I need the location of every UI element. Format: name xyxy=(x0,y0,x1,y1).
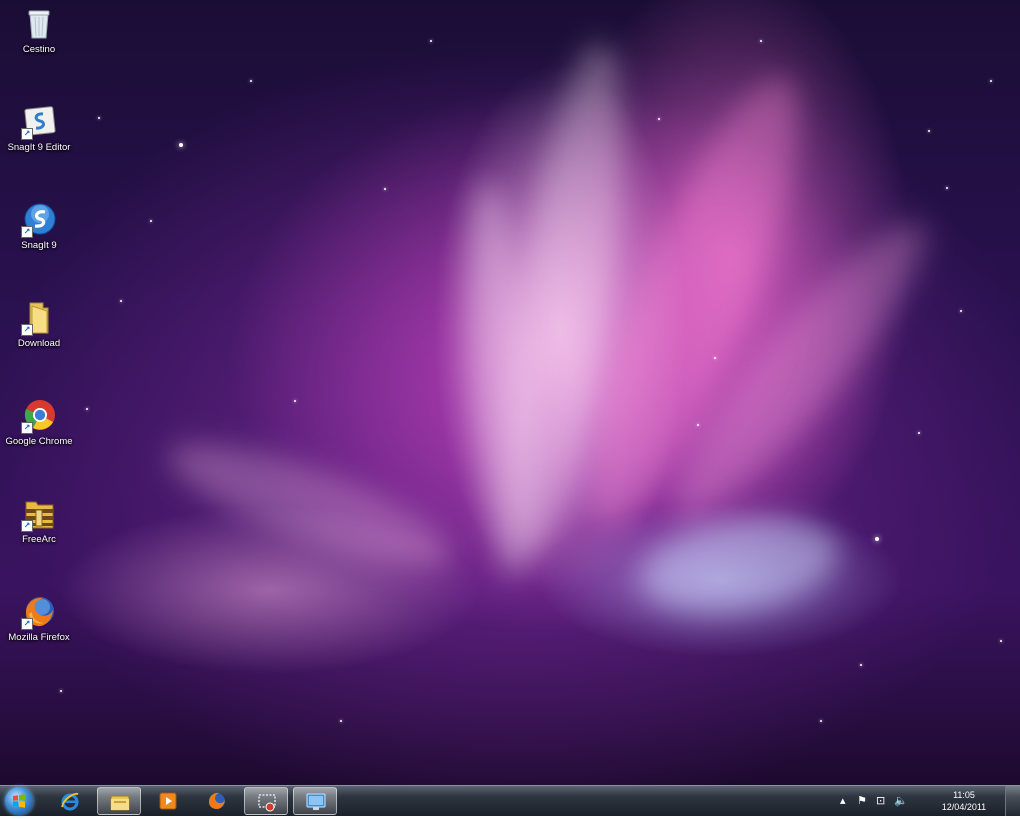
clock-date: 12/04/2011 xyxy=(941,802,987,812)
show-desktop-button[interactable] xyxy=(1005,786,1020,816)
desktop-icon-label: Download xyxy=(17,338,61,349)
windows-explorer-icon xyxy=(110,792,130,812)
action-center-flag-icon[interactable]: ⚑ xyxy=(857,795,867,807)
desktop-icon-recycle-bin[interactable]: Cestino xyxy=(0,6,78,55)
recycle-bin-icon xyxy=(21,6,57,42)
desktop-icon-download[interactable]: ↗ Download xyxy=(0,300,78,349)
network-icon[interactable]: ⊡ xyxy=(876,795,885,807)
desktop-icon-label: SnagIt 9 xyxy=(21,240,57,251)
freearc-icon: ↗ xyxy=(21,496,57,532)
shortcut-arrow-icon: ↗ xyxy=(21,128,33,140)
volume-icon[interactable]: 🔈 xyxy=(894,795,908,807)
desktop-icon-label: Cestino xyxy=(22,44,56,55)
firefox-icon: ↗ xyxy=(21,594,57,630)
clock-time: 11:05 xyxy=(953,790,975,800)
start-button[interactable] xyxy=(5,787,33,815)
desktop-icon-label: Mozilla Firefox xyxy=(8,632,70,643)
snagit-icon: ↗ xyxy=(21,202,57,238)
shortcut-arrow-icon: ↗ xyxy=(21,618,33,630)
desktop-icon-snagit[interactable]: ↗ SnagIt 9 xyxy=(0,202,78,251)
snagit-capture-icon xyxy=(257,792,277,812)
desktop-icon-label: Google Chrome xyxy=(5,436,73,447)
windows-logo-icon xyxy=(13,794,25,808)
taskbar-firefox[interactable] xyxy=(195,787,239,815)
snagit-editor-icon: ↗ xyxy=(21,104,57,140)
desktop-icon-label: SnagIt 9 Editor xyxy=(7,142,71,153)
taskbar-snagit-capture[interactable] xyxy=(244,787,288,815)
system-clock[interactable]: 11:05 12/04/2011 xyxy=(934,789,994,813)
folder-icon: ↗ xyxy=(21,300,57,336)
media-player-icon xyxy=(158,791,178,811)
taskbar-media-player[interactable] xyxy=(146,787,190,815)
desktop-icon-mozilla-firefox[interactable]: ↗ Mozilla Firefox xyxy=(0,594,78,643)
desktop-icon-label: FreeArc xyxy=(22,534,56,545)
remote-desktop-icon xyxy=(306,792,326,812)
taskbar: ▴ ⚑ ⊡ 🔈 11:05 12/04/2011 xyxy=(0,785,1020,816)
firefox-icon xyxy=(207,791,227,811)
shortcut-arrow-icon: ↗ xyxy=(21,520,33,532)
desktop-wallpaper: Cestino ↗ SnagIt 9 Editor ↗ SnagIt 9 ↗ D… xyxy=(0,0,1020,785)
shortcut-arrow-icon: ↗ xyxy=(21,422,33,434)
taskbar-internet-explorer[interactable] xyxy=(48,787,92,815)
taskbar-windows-explorer[interactable] xyxy=(97,787,141,815)
shortcut-arrow-icon: ↗ xyxy=(21,226,33,238)
desktop-icon-snagit-editor[interactable]: ↗ SnagIt 9 Editor xyxy=(0,104,78,153)
desktop-icon-google-chrome[interactable]: ↗ Google Chrome xyxy=(0,398,78,447)
show-hidden-icons-button[interactable]: ▴ xyxy=(840,795,846,807)
chrome-icon: ↗ xyxy=(21,398,57,434)
shortcut-arrow-icon: ↗ xyxy=(21,324,33,336)
internet-explorer-icon xyxy=(60,791,80,811)
desktop-icon-freearc[interactable]: ↗ FreeArc xyxy=(0,496,78,545)
taskbar-remote-desktop[interactable] xyxy=(293,787,337,815)
